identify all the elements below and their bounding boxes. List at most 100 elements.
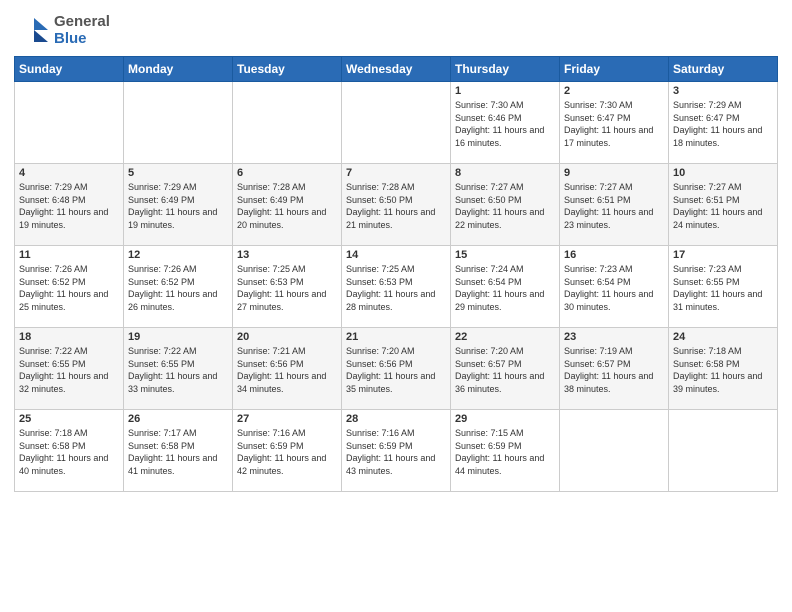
day-cell xyxy=(560,410,669,492)
day-number: 25 xyxy=(19,413,119,425)
day-cell: 26 Sunrise: 7:17 AM Sunset: 6:58 PM Dayli… xyxy=(124,410,233,492)
day-cell xyxy=(124,82,233,164)
day-info: Sunrise: 7:26 AM Sunset: 6:52 PM Dayligh… xyxy=(19,263,119,313)
week-row-2: 11Sunrise: 7:26 AM Sunset: 6:52 PM Dayli… xyxy=(15,246,778,328)
day-number: 6 xyxy=(237,167,337,179)
logo: General Blue xyxy=(14,12,110,48)
day-number: 9 xyxy=(564,167,664,179)
day-info: Sunrise: 7:23 AM Sunset: 6:55 PM Dayligh… xyxy=(673,263,773,313)
day-info: Sunrise: 7:22 AM Sunset: 6:55 PM Dayligh… xyxy=(19,345,119,395)
day-cell: 28 Sunrise: 7:16 AM Sunset: 6:59 PM Dayli… xyxy=(342,410,451,492)
day-number: 27 xyxy=(237,413,337,425)
day-number: 7 xyxy=(346,167,446,179)
day-info: Sunrise: 7:18 AM Sunset: 6:58 PM Dayligh… xyxy=(19,427,119,477)
day-info: Sunrise: 7:18 AM Sunset: 6:58 PM Dayligh… xyxy=(673,345,773,395)
day-cell: 7 Sunrise: 7:28 AM Sunset: 6:50 PM Daylig… xyxy=(342,164,451,246)
day-cell: 19Sunrise: 7:22 AM Sunset: 6:55 PM Dayli… xyxy=(124,328,233,410)
day-number: 29 xyxy=(455,413,555,425)
day-cell: 4 Sunrise: 7:29 AM Sunset: 6:48 PM Daylig… xyxy=(15,164,124,246)
day-cell xyxy=(233,82,342,164)
day-cell: 8 Sunrise: 7:27 AM Sunset: 6:50 PM Daylig… xyxy=(451,164,560,246)
day-cell: 11Sunrise: 7:26 AM Sunset: 6:52 PM Dayli… xyxy=(15,246,124,328)
day-number: 23 xyxy=(564,331,664,343)
day-number: 2 xyxy=(564,85,664,97)
day-info: Sunrise: 7:17 AM Sunset: 6:58 PM Dayligh… xyxy=(128,427,228,477)
day-cell: 3Sunrise: 7:29 AM Sunset: 6:47 PM Daylig… xyxy=(669,82,778,164)
day-header-saturday: Saturday xyxy=(669,57,778,82)
day-info: Sunrise: 7:27 AM Sunset: 6:50 PM Dayligh… xyxy=(455,181,555,231)
day-info: Sunrise: 7:29 AM Sunset: 6:48 PM Dayligh… xyxy=(19,181,119,231)
day-cell: 22 Sunrise: 7:20 AM Sunset: 6:57 PM Dayli… xyxy=(451,328,560,410)
day-info: Sunrise: 7:20 AM Sunset: 6:57 PM Dayligh… xyxy=(455,345,555,395)
day-header-tuesday: Tuesday xyxy=(233,57,342,82)
day-number: 12 xyxy=(128,249,228,261)
day-info: Sunrise: 7:16 AM Sunset: 6:59 PM Dayligh… xyxy=(346,427,446,477)
day-number: 16 xyxy=(564,249,664,261)
day-cell: 24 Sunrise: 7:18 AM Sunset: 6:58 PM Dayli… xyxy=(669,328,778,410)
day-cell: 2 Sunrise: 7:30 AM Sunset: 6:47 PM Daylig… xyxy=(560,82,669,164)
day-number: 24 xyxy=(673,331,773,343)
day-cell: 14 Sunrise: 7:25 AM Sunset: 6:53 PM Dayli… xyxy=(342,246,451,328)
day-info: Sunrise: 7:29 AM Sunset: 6:49 PM Dayligh… xyxy=(128,181,228,231)
day-number: 10 xyxy=(673,167,773,179)
week-row-0: 1Sunrise: 7:30 AM Sunset: 6:46 PM Daylig… xyxy=(15,82,778,164)
day-number: 18 xyxy=(19,331,119,343)
day-header-monday: Monday xyxy=(124,57,233,82)
day-number: 20 xyxy=(237,331,337,343)
logo-general-text: General xyxy=(54,13,110,30)
day-info: Sunrise: 7:16 AM Sunset: 6:59 PM Dayligh… xyxy=(237,427,337,477)
day-info: Sunrise: 7:19 AM Sunset: 6:57 PM Dayligh… xyxy=(564,345,664,395)
day-number: 15 xyxy=(455,249,555,261)
header-row: SundayMondayTuesdayWednesdayThursdayFrid… xyxy=(15,57,778,82)
day-cell: 17 Sunrise: 7:23 AM Sunset: 6:55 PM Dayli… xyxy=(669,246,778,328)
day-info: Sunrise: 7:25 AM Sunset: 6:53 PM Dayligh… xyxy=(346,263,446,313)
day-cell: 29 Sunrise: 7:15 AM Sunset: 6:59 PM Dayli… xyxy=(451,410,560,492)
day-header-thursday: Thursday xyxy=(451,57,560,82)
day-cell: 15Sunrise: 7:24 AM Sunset: 6:54 PM Dayli… xyxy=(451,246,560,328)
logo-bird-icon xyxy=(14,12,50,48)
calendar-table: SundayMondayTuesdayWednesdayThursdayFrid… xyxy=(14,56,778,492)
day-info: Sunrise: 7:25 AM Sunset: 6:53 PM Dayligh… xyxy=(237,263,337,313)
day-info: Sunrise: 7:23 AM Sunset: 6:54 PM Dayligh… xyxy=(564,263,664,313)
week-row-4: 25 Sunrise: 7:18 AM Sunset: 6:58 PM Dayli… xyxy=(15,410,778,492)
day-number: 26 xyxy=(128,413,228,425)
day-info: Sunrise: 7:28 AM Sunset: 6:49 PM Dayligh… xyxy=(237,181,337,231)
day-info: Sunrise: 7:28 AM Sunset: 6:50 PM Dayligh… xyxy=(346,181,446,231)
day-cell: 1Sunrise: 7:30 AM Sunset: 6:46 PM Daylig… xyxy=(451,82,560,164)
day-number: 22 xyxy=(455,331,555,343)
day-info: Sunrise: 7:22 AM Sunset: 6:55 PM Dayligh… xyxy=(128,345,228,395)
day-cell: 25 Sunrise: 7:18 AM Sunset: 6:58 PM Dayli… xyxy=(15,410,124,492)
day-number: 13 xyxy=(237,249,337,261)
day-cell: 12Sunrise: 7:26 AM Sunset: 6:52 PM Dayli… xyxy=(124,246,233,328)
week-row-1: 4 Sunrise: 7:29 AM Sunset: 6:48 PM Daylig… xyxy=(15,164,778,246)
day-cell: 6 Sunrise: 7:28 AM Sunset: 6:49 PM Daylig… xyxy=(233,164,342,246)
logo-blue-text: Blue xyxy=(54,30,110,47)
day-number: 17 xyxy=(673,249,773,261)
day-number: 1 xyxy=(455,85,555,97)
day-info: Sunrise: 7:27 AM Sunset: 6:51 PM Dayligh… xyxy=(564,181,664,231)
day-cell: 20 Sunrise: 7:21 AM Sunset: 6:56 PM Dayli… xyxy=(233,328,342,410)
day-number: 8 xyxy=(455,167,555,179)
day-number: 28 xyxy=(346,413,446,425)
day-cell: 21 Sunrise: 7:20 AM Sunset: 6:56 PM Dayli… xyxy=(342,328,451,410)
day-header-wednesday: Wednesday xyxy=(342,57,451,82)
day-cell: 16 Sunrise: 7:23 AM Sunset: 6:54 PM Dayli… xyxy=(560,246,669,328)
day-number: 5 xyxy=(128,167,228,179)
day-number: 4 xyxy=(19,167,119,179)
day-cell: 27 Sunrise: 7:16 AM Sunset: 6:59 PM Dayli… xyxy=(233,410,342,492)
day-header-friday: Friday xyxy=(560,57,669,82)
day-header-sunday: Sunday xyxy=(15,57,124,82)
day-cell: 9 Sunrise: 7:27 AM Sunset: 6:51 PM Daylig… xyxy=(560,164,669,246)
page: General Blue SundayMondayTuesdayWednesda… xyxy=(0,0,792,612)
day-info: Sunrise: 7:27 AM Sunset: 6:51 PM Dayligh… xyxy=(673,181,773,231)
day-info: Sunrise: 7:20 AM Sunset: 6:56 PM Dayligh… xyxy=(346,345,446,395)
day-cell: 23 Sunrise: 7:19 AM Sunset: 6:57 PM Dayli… xyxy=(560,328,669,410)
day-info: Sunrise: 7:21 AM Sunset: 6:56 PM Dayligh… xyxy=(237,345,337,395)
day-info: Sunrise: 7:15 AM Sunset: 6:59 PM Dayligh… xyxy=(455,427,555,477)
day-number: 14 xyxy=(346,249,446,261)
day-number: 3 xyxy=(673,85,773,97)
day-cell: 18 Sunrise: 7:22 AM Sunset: 6:55 PM Dayli… xyxy=(15,328,124,410)
day-number: 21 xyxy=(346,331,446,343)
day-info: Sunrise: 7:30 AM Sunset: 6:47 PM Dayligh… xyxy=(564,99,664,149)
day-cell: 13 Sunrise: 7:25 AM Sunset: 6:53 PM Dayli… xyxy=(233,246,342,328)
